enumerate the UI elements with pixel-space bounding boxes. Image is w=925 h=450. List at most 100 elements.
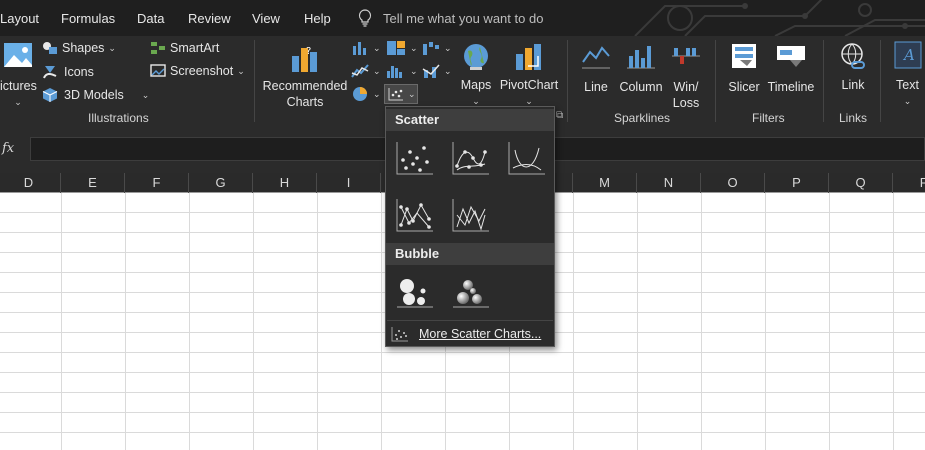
more-scatter-charts-link[interactable]: More Scatter Charts... [387, 320, 553, 346]
svg-text:A: A [902, 46, 915, 64]
column-header-f[interactable]: F [125, 173, 189, 193]
link-button[interactable]: Link [834, 42, 872, 93]
timeline-label: Timeline [767, 80, 815, 94]
bubble-chart-icon [397, 279, 433, 308]
recommended-charts-icon: ? [292, 46, 317, 72]
statistic-chart-button[interactable]: ⌄ [386, 63, 418, 79]
sparkline-line-button[interactable]: Line [578, 42, 614, 95]
waterfall-icon [423, 42, 439, 55]
sparkline-column-button[interactable]: Column [618, 42, 664, 95]
sparkline-winloss-button[interactable]: Win/ Loss [668, 42, 704, 111]
bubble-chart-button[interactable] [393, 271, 435, 311]
pivotchart-label: PivotChart [499, 78, 559, 92]
globe-icon [464, 44, 488, 70]
scatter-chart-dropdown: Scatter Bubble More Scatter Charts... [385, 106, 555, 347]
waterfall-chart-button[interactable]: ⌄ [422, 40, 452, 56]
sparklines-group-label: Sparklines [614, 111, 671, 125]
scatter-chart-button[interactable]: ⌄ [384, 84, 418, 104]
column-header-g[interactable]: G [189, 173, 253, 193]
scatter-section-header: Scatter [386, 109, 554, 131]
scatter-smooth-lines-icon [508, 142, 545, 175]
text-button[interactable]: A Text ⌄ [890, 40, 925, 109]
column-header-q[interactable]: Q [829, 173, 893, 193]
shapes-icon [43, 42, 57, 54]
tell-me-search[interactable]: Tell me what you want to do [357, 9, 543, 27]
group-divider [254, 40, 255, 122]
pivotchart-button[interactable]: PivotChart ⌄ [498, 42, 560, 109]
combo-chart-icon [422, 64, 440, 78]
column-header-d[interactable]: D [0, 173, 61, 193]
column-header-o[interactable]: O [701, 173, 765, 193]
group-divider [567, 40, 568, 122]
menu-review[interactable]: Review [188, 11, 231, 26]
scatter-straight-lines-icon [452, 199, 489, 232]
menu-view[interactable]: View [252, 11, 280, 26]
bubble-section-header: Bubble [386, 243, 554, 265]
circuit-background-decoration [634, 0, 925, 36]
recommended-charts-button[interactable]: ? Recommended Charts [262, 42, 348, 110]
scatter-type-button[interactable] [393, 138, 435, 178]
group-divider [880, 40, 881, 122]
scatter-markers-icon [396, 142, 433, 175]
column-header-n[interactable]: N [637, 173, 701, 193]
screenshot-button[interactable]: Screenshot ⌄ [150, 64, 245, 78]
column-header-p[interactable]: P [765, 173, 829, 193]
bubble-3d-chart-button[interactable] [449, 271, 491, 311]
menu-data[interactable]: Data [137, 11, 164, 26]
fx-icon[interactable]: fx [2, 141, 14, 156]
timeline-icon [777, 46, 805, 67]
scatter-smooth-markers-button[interactable] [449, 138, 491, 178]
maps-button[interactable]: Maps ⌄ [458, 42, 494, 109]
column-chart-button[interactable]: ⌄ [351, 40, 381, 56]
icons-button[interactable]: Icons [42, 64, 94, 80]
bubble-3d-chart-icon [453, 280, 489, 308]
scatter-straight-markers-button[interactable] [393, 195, 435, 235]
chevron-down-icon: ⌄ [14, 97, 22, 107]
charts-dialog-launcher[interactable]: ⧉ [556, 110, 563, 121]
menu-formulas[interactable]: Formulas [61, 11, 115, 26]
pictures-label: ictures [0, 79, 37, 93]
smartart-button[interactable]: SmartArt [150, 41, 219, 55]
hierarchy-chart-button[interactable]: ⌄ [386, 40, 418, 56]
sparkline-column-label: Column [619, 80, 663, 94]
sparkline-winloss-label-1: Win/ [673, 80, 699, 94]
column-chart-icon [353, 42, 366, 55]
shapes-button[interactable]: Shapes ⌄ [42, 41, 116, 55]
link-label: Link [841, 78, 865, 92]
pivotchart-icon [516, 44, 541, 70]
sparkline-line-icon [582, 46, 610, 69]
screenshot-icon [150, 64, 166, 77]
timeline-button[interactable]: Timeline [766, 42, 816, 95]
column-header-m[interactable]: M [573, 173, 637, 193]
icons-label: Icons [64, 65, 94, 79]
group-divider [823, 40, 824, 122]
column-header-i[interactable]: I [317, 173, 381, 193]
slicer-button[interactable]: Slicer [726, 42, 762, 95]
column-header-h[interactable]: H [253, 173, 317, 193]
scatter-smooth-lines-button[interactable] [505, 138, 547, 178]
combo-chart-button[interactable]: ⌄ [422, 63, 452, 79]
scatter-chart-icon [388, 88, 403, 101]
icons-icon [43, 66, 57, 79]
smartart-label: SmartArt [170, 41, 220, 55]
maps-label: Maps [460, 78, 492, 92]
lightbulb-icon [358, 9, 372, 27]
line-chart-button[interactable]: ⌄ [351, 63, 381, 79]
treemap-icon [387, 41, 405, 55]
column-header-e[interactable]: E [61, 173, 125, 193]
pie-chart-icon [353, 87, 367, 101]
pie-chart-button[interactable]: ⌄ [351, 86, 381, 102]
scatter-smooth-markers-icon [452, 142, 489, 175]
pictures-button[interactable]: ictures ⌄ [0, 40, 37, 110]
sparkline-winloss-label-2: Loss [672, 96, 700, 110]
column-header-r[interactable]: R [893, 173, 925, 193]
smartart-icon [151, 42, 165, 54]
links-group-label: Links [839, 111, 868, 125]
scatter-straight-lines-button[interactable] [449, 195, 491, 235]
scatter-chart-icon [391, 326, 408, 341]
slicer-icon [732, 44, 756, 68]
sparkline-column-icon [627, 46, 655, 69]
menu-help[interactable]: Help [304, 11, 331, 26]
menu-layout[interactable]: Layout [0, 11, 39, 26]
3d-models-button[interactable]: 3D Models ⌄ [42, 87, 149, 103]
